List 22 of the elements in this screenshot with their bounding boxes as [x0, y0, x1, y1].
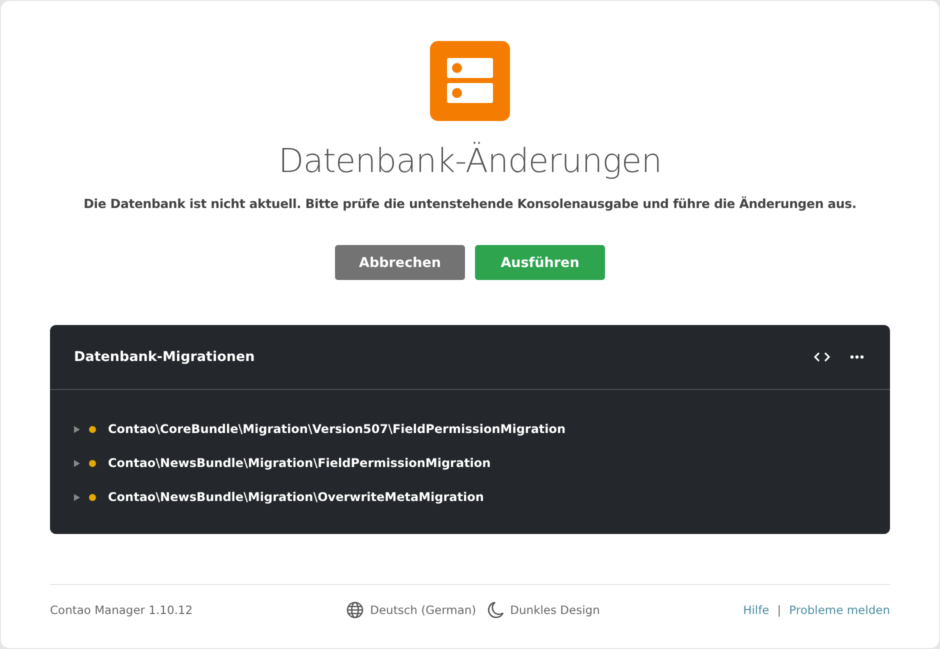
description: Die Datenbank ist nicht aktuell. Bitte prüfe die untenstehende Konsolenausgabe und führe die Änderungen aus.	[84, 196, 856, 211]
migration-name[interactable]: Contao\NewsBundle\Migration\OverwriteMetaMigration	[108, 490, 484, 504]
moon-icon[interactable]	[488, 601, 504, 619]
separator: |	[777, 603, 782, 617]
theme-toggle[interactable]: Dunkles Design	[510, 603, 600, 617]
more-icon[interactable]	[850, 355, 864, 359]
expand-arrow-icon[interactable]	[74, 426, 80, 432]
report-link[interactable]: Probleme melden	[789, 603, 890, 617]
code-icon[interactable]	[814, 351, 830, 363]
version-text: Contao Manager 1.10.12	[50, 603, 194, 617]
database-icon	[430, 41, 510, 121]
migration-name[interactable]: Contao\CoreBundle\Migration\Version507\FieldPermissionMigration	[108, 422, 566, 436]
help-link[interactable]: Hilfe	[743, 603, 770, 617]
run-button[interactable]: Ausführen	[475, 245, 605, 280]
console-title: Datenbank-Migrationen	[74, 349, 256, 365]
migration-name[interactable]: Contao\NewsBundle\Migration\FieldPermissionMigration	[108, 456, 491, 470]
page-title: Datenbank-Änderungen	[278, 141, 662, 180]
expand-arrow-icon[interactable]	[74, 460, 80, 466]
language-selector[interactable]: Deutsch (German)	[370, 603, 476, 617]
cancel-button[interactable]: Abbrechen	[335, 245, 465, 280]
globe-icon[interactable]	[346, 601, 364, 619]
expand-arrow-icon[interactable]	[74, 494, 80, 500]
